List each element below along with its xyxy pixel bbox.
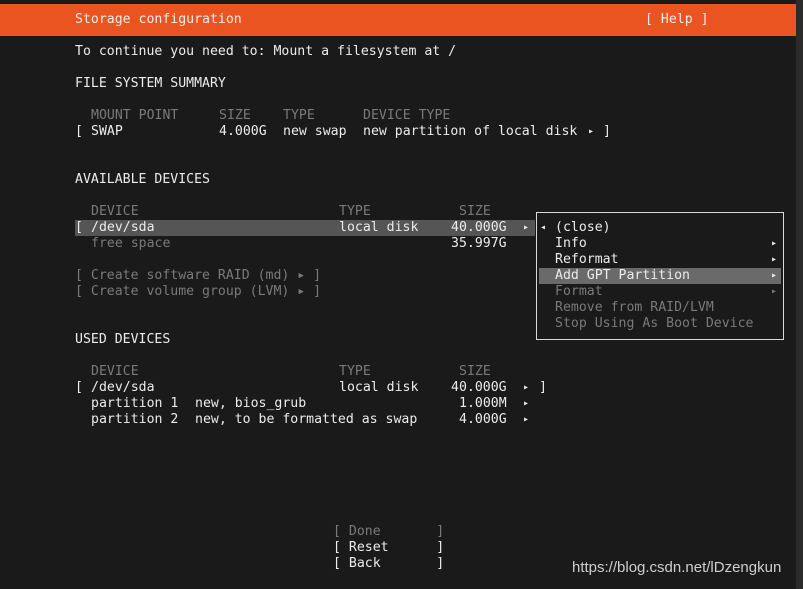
chevron-right-icon[interactable]: ▸ (523, 396, 529, 412)
chevron-right-icon[interactable]: ▸ (523, 220, 529, 236)
device-size: 40.000G (451, 220, 507, 235)
chevron-right-icon[interactable]: ▸ (523, 380, 529, 396)
size-value: 4.000G (219, 124, 267, 139)
device-name: /dev/sda (91, 380, 155, 395)
chevron-right-icon: ▸ (771, 270, 778, 281)
row-bracket-close: ] (603, 124, 611, 139)
done-button[interactable]: [ Done ] (333, 524, 444, 540)
col-device: DEVICE (91, 364, 139, 379)
col-type: TYPE (339, 204, 371, 219)
instruction-text: To continue you need to: Mount a filesys… (75, 44, 457, 59)
create-lvm-button[interactable]: [ Create volume group (LVM) ▸ ] (75, 284, 321, 300)
menu-item-label: (close) (555, 220, 611, 235)
row-bracket-close: ] (539, 380, 547, 395)
partition-size: 1.000M (459, 396, 507, 411)
col-device: DEVICE (91, 204, 139, 219)
device-name: /dev/sda (91, 220, 155, 235)
col-device-type: DEVICE TYPE (363, 108, 451, 123)
col-mount-point: MOUNT POINT (91, 108, 179, 123)
col-size: SIZE (459, 364, 491, 379)
fs-summary-heading: FILE SYSTEM SUMMARY (75, 76, 226, 91)
page-title: Storage configuration (75, 12, 242, 27)
chevron-right-icon[interactable]: ▸ (588, 124, 594, 140)
menu-item-label: Reformat (555, 252, 619, 267)
chevron-left-icon: ◂ (540, 222, 547, 233)
menu-item-label: Info (555, 236, 587, 251)
col-size: SIZE (459, 204, 491, 219)
chevron-right-icon: ▸ (771, 254, 778, 265)
partition-size: 4.000G (459, 412, 507, 427)
type-value: new swap (283, 124, 347, 139)
partition-label: partition 1 (91, 396, 179, 411)
scrollbar[interactable] (796, 0, 803, 589)
row-bracket-open: [ (75, 380, 83, 395)
chevron-right-icon: ▸ (771, 286, 778, 297)
col-type: TYPE (283, 108, 315, 123)
menu-item-label: Add GPT Partition (555, 268, 690, 283)
partition-desc: new, to be formatted as swap (195, 412, 418, 427)
chevron-right-icon[interactable]: ▸ (523, 412, 529, 428)
mount-point-value: SWAP (91, 124, 123, 139)
back-button[interactable]: [ Back ] (333, 556, 444, 572)
menu-item-label: Format (555, 284, 603, 299)
help-button[interactable]: [ Help ] (645, 12, 709, 28)
device-size: 40.000G (451, 380, 507, 395)
device-type: local disk (339, 380, 419, 395)
row-bracket-open: [ (75, 124, 83, 139)
col-size: SIZE (219, 108, 251, 123)
reset-button[interactable]: [ Reset ] (333, 540, 444, 556)
free-space-label: free space (91, 236, 171, 251)
create-raid-button[interactable]: [ Create software RAID (md) ▸ ] (75, 268, 321, 284)
partition-desc: new, bios_grub (195, 396, 307, 411)
watermark-text: https://blog.csdn.net/lDzengkun (572, 559, 782, 576)
partition-label: partition 2 (91, 412, 179, 427)
menu-item-stop-using-as-boot-device[interactable]: Stop Using As Boot Device (555, 316, 754, 332)
device-type: local disk (339, 220, 419, 235)
row-bracket-open: [ (75, 220, 83, 235)
menu-item-remove-from-raid-lvm[interactable]: Remove from RAID/LVM (555, 300, 714, 316)
available-devices-heading: AVAILABLE DEVICES (75, 172, 210, 187)
chevron-right-icon: ▸ (771, 238, 778, 249)
col-type: TYPE (339, 364, 371, 379)
free-space-size: 35.997G (451, 236, 507, 251)
used-devices-heading: USED DEVICES (75, 332, 171, 347)
device-type-value: new partition of local disk (363, 124, 578, 139)
